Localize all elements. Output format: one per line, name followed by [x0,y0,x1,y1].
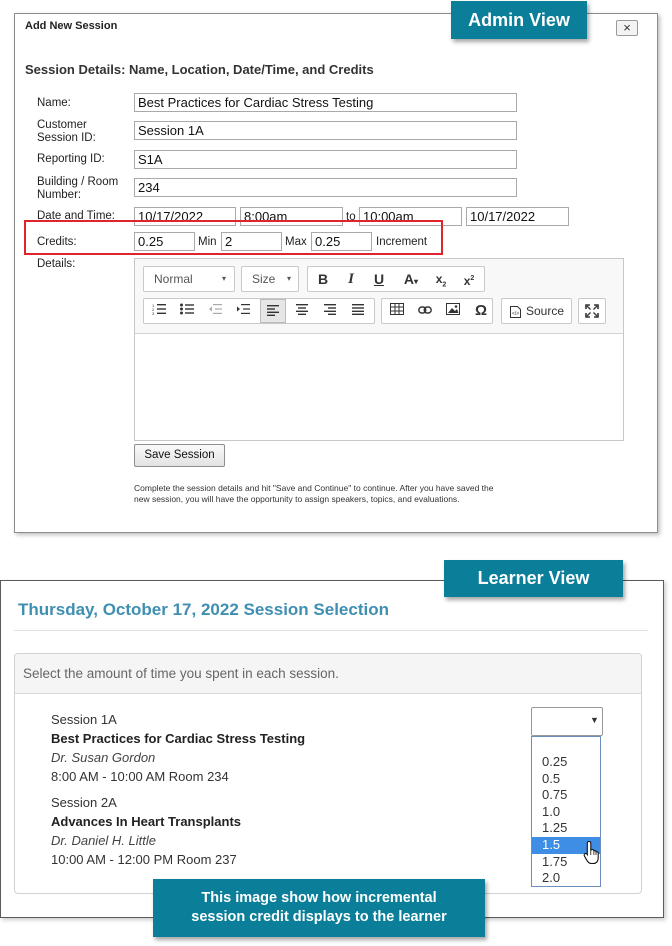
link-icon[interactable] [412,299,438,323]
dialog-title: Add New Session [25,20,118,32]
learner-view-badge: Learner View [444,560,623,597]
numbered-list-icon[interactable]: 123 [146,299,172,323]
chevron-down-icon: ▼ [590,715,599,725]
format-combo[interactable]: Normal ▾ [143,266,235,292]
reporting-id-input[interactable]: S1A [134,150,517,169]
caption-line-2: session credit displays to the learner [191,909,447,925]
name-label: Name: [37,97,71,109]
outdent-icon[interactable] [202,299,228,323]
session-speaker: Dr. Daniel H. Little [51,833,156,848]
source-label: Source [526,304,565,318]
details-label: Details: [37,258,76,270]
dropdown-option[interactable]: 0.25 [532,754,600,771]
table-icon[interactable] [384,299,410,323]
size-combo-label: Size [252,272,276,286]
session-time-room: 10:00 AM - 12:00 PM Room 237 [51,852,237,867]
dropdown-option[interactable]: 1.25 [532,820,600,837]
underline-icon[interactable]: U [366,267,392,291]
save-session-button[interactable]: Save Session [134,444,225,467]
close-icon[interactable]: × [616,20,638,36]
session-speaker: Dr. Susan Gordon [51,750,156,765]
justify-icon[interactable] [345,299,371,323]
session-title: Best Practices for Cardiac Stress Testin… [51,731,306,746]
align-left-icon[interactable] [260,299,286,323]
bullet-list-icon[interactable] [174,299,200,323]
dropdown-option[interactable]: 0.75 [532,787,600,804]
chevron-down-icon: ▾ [287,274,292,283]
caption-line-1: This image show how incremental [201,890,437,906]
dropdown-option[interactable]: 2.0 [532,870,600,887]
editor-toolbar: Normal ▾ Size ▾ B I U A▾ x2 x2 123 Ω </>… [135,259,623,334]
name-input[interactable]: Best Practices for Cardiac Stress Testin… [134,93,517,112]
format-combo-label: Normal [154,272,193,286]
divider [14,630,648,631]
text-style-group: B I U A▾ x2 x2 [307,266,485,292]
credit-time-select[interactable]: ▼ [531,707,603,736]
svg-text:</>: </> [512,311,519,317]
instruction-text: Select the amount of time you spent in e… [23,666,339,681]
customer-id-label-line2: Session ID: [37,132,96,144]
italic-icon[interactable]: I [338,267,364,291]
font-color-icon[interactable]: A▾ [394,267,428,291]
caption-box: This image show how incremental session … [153,879,485,937]
superscript-icon[interactable]: x2 [456,267,482,291]
credits-highlight-box [24,220,443,255]
learner-heading: Thursday, October 17, 2022 Session Selec… [18,600,389,619]
source-button[interactable]: </> Source [501,298,572,324]
maximize-button[interactable] [578,298,606,324]
align-right-icon[interactable] [317,299,343,323]
dropdown-option[interactable]: 0.5 [532,771,600,788]
session-time-room: 8:00 AM - 10:00 AM Room 234 [51,769,229,784]
dropdown-option[interactable]: 1.0 [532,804,600,821]
room-label-line1: Building / Room [37,176,119,188]
chevron-down-icon: ▾ [222,274,227,283]
svg-text:3: 3 [152,311,155,315]
help-text: Complete the session details and hit "Sa… [134,483,494,504]
mouse-pointer-icon [583,840,601,871]
source-icon: </> [510,305,521,323]
session-code: Session 2A [51,795,117,810]
card-header: Select the amount of time you spent in e… [15,654,641,694]
room-label-line2: Number: [37,189,82,201]
section-heading: Session Details: Name, Location, Date/Ti… [25,62,374,77]
session-title: Advances In Heart Transplants [51,814,242,829]
insert-group: Ω [381,298,493,324]
bold-icon[interactable]: B [310,267,336,291]
reporting-id-label: Reporting ID: [37,153,105,165]
maximize-icon [585,304,599,323]
customer-id-label-line1: Customer [37,119,87,131]
align-center-icon[interactable] [289,299,315,323]
admin-view-badge: Admin View [451,1,587,39]
end-date-input[interactable]: 10/17/2022 [466,207,569,226]
size-combo[interactable]: Size ▾ [241,266,299,292]
details-rich-text-editor[interactable]: Normal ▾ Size ▾ B I U A▾ x2 x2 123 Ω </>… [134,258,624,441]
paragraph-group: 123 [143,298,375,324]
indent-icon[interactable] [230,299,256,323]
image-icon[interactable] [440,299,466,323]
session-code: Session 1A [51,712,117,727]
subscript-icon[interactable]: x2 [428,267,454,291]
room-number-input[interactable]: 234 [134,178,517,197]
special-character-icon[interactable]: Ω [468,299,494,323]
customer-session-id-input[interactable]: Session 1A [134,121,517,140]
editor-content-area[interactable] [135,334,623,440]
